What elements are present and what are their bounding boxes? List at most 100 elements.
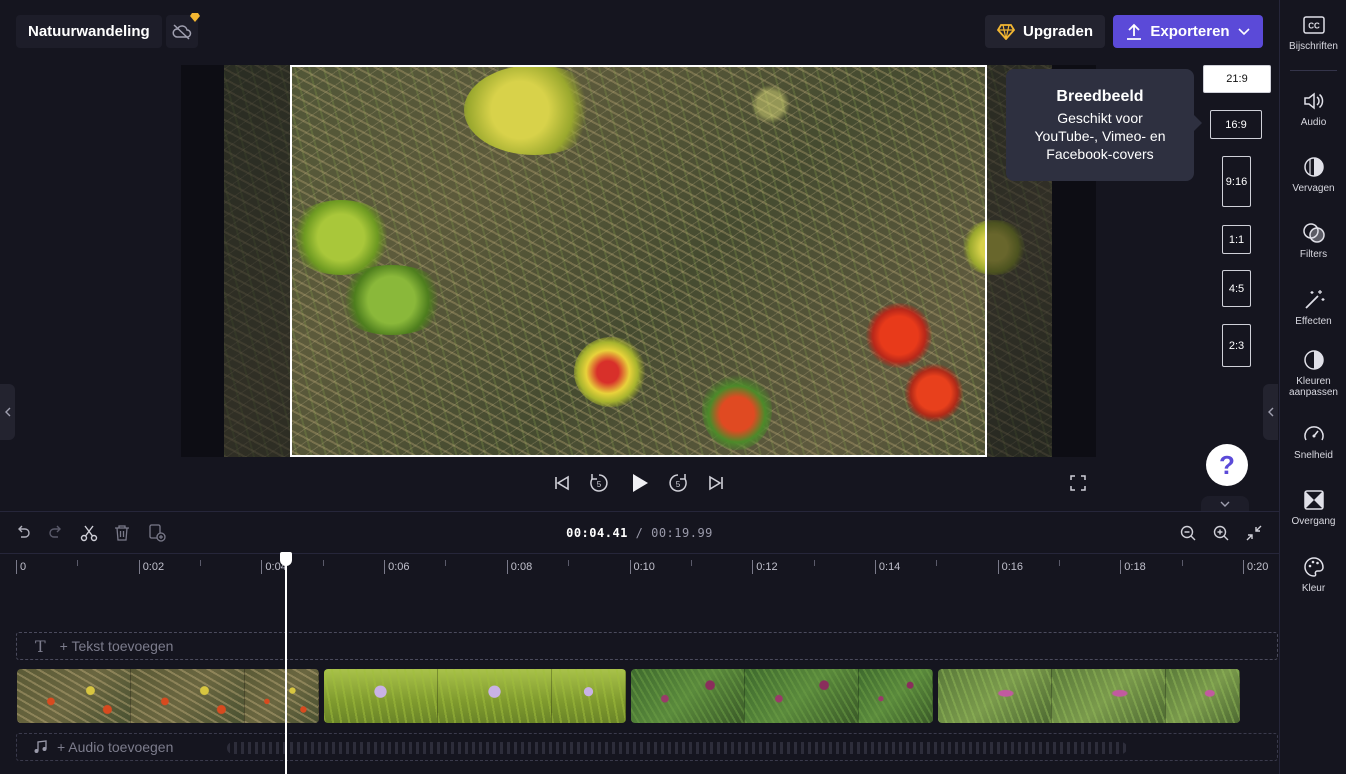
ruler-label: 0:06 xyxy=(388,561,410,573)
left-panel-toggle[interactable] xyxy=(0,384,15,440)
sidebar-item-effects[interactable]: Effecten xyxy=(1280,288,1346,327)
magic-wand-icon xyxy=(1304,290,1324,309)
ruler-minor-tick xyxy=(690,560,692,566)
ruler-minor-tick xyxy=(322,560,324,566)
ruler-tick xyxy=(752,560,754,574)
sidebar-item-fade[interactable]: Vervagen xyxy=(1280,155,1346,194)
right-sidebar: CC Bijschriften Audio Vervagen Filters E… xyxy=(1279,0,1346,774)
add-audio-track[interactable]: + Audio toevoegen xyxy=(16,733,1278,761)
ruler-tick xyxy=(997,560,999,574)
skip-to-end-button[interactable] xyxy=(704,471,728,495)
collapse-panel-button[interactable] xyxy=(1201,496,1249,512)
chevron-down-icon xyxy=(1220,501,1230,507)
sidebar-item-adjust-colors[interactable]: Kleuren aanpassen xyxy=(1280,348,1346,398)
speedometer-icon xyxy=(1303,426,1324,441)
fullscreen-icon xyxy=(1070,475,1086,491)
play-button[interactable] xyxy=(628,471,652,495)
aspect-ratio-21-9[interactable]: 21:9 xyxy=(1203,65,1271,93)
ruler-label: 0 xyxy=(20,561,27,573)
playhead[interactable] xyxy=(285,562,287,774)
ruler-minor-tick xyxy=(77,560,79,566)
ruler-tick xyxy=(261,560,263,574)
tooltip-description-line: Facebook-covers xyxy=(1046,146,1154,162)
sidebar-item-speed[interactable]: Snelheid xyxy=(1280,422,1346,461)
video-clip[interactable] xyxy=(17,669,319,723)
zoom-in-button[interactable] xyxy=(1210,522,1232,544)
aspect-ratio-4-5[interactable]: 4:5 xyxy=(1222,270,1251,307)
aspect-ratio-1-1[interactable]: 1:1 xyxy=(1222,225,1251,254)
upgrade-button[interactable]: Upgraden xyxy=(985,15,1105,48)
clip-thumbnail xyxy=(130,669,245,723)
project-title[interactable]: Natuurwandeling xyxy=(16,15,162,48)
clip-thumbnail xyxy=(631,669,745,723)
diamond-icon xyxy=(996,23,1015,40)
ruler-tick xyxy=(16,560,17,574)
zoom-out-icon xyxy=(1180,525,1196,541)
premium-gem-icon xyxy=(190,13,200,22)
filters-icon xyxy=(1302,223,1325,243)
sidebar-item-label: Vervagen xyxy=(1292,183,1335,194)
ruler-minor-tick xyxy=(1058,560,1060,566)
contrast-icon xyxy=(1303,350,1324,370)
aspect-ratio-16-9[interactable]: 16:9 xyxy=(1210,110,1262,139)
clip-thumbnail xyxy=(244,669,319,723)
ruler-label: 0:10 xyxy=(633,561,655,573)
ruler-label: 0:18 xyxy=(1124,561,1146,573)
video-clip[interactable] xyxy=(631,669,933,723)
ruler-tick xyxy=(1243,560,1244,574)
clip-thumbnail xyxy=(1165,669,1240,723)
collapse-arrows-icon xyxy=(1246,525,1262,541)
ruler-label: 0:16 xyxy=(1001,561,1024,573)
rewind-5-icon: 5 xyxy=(590,474,608,492)
export-button[interactable]: Exporteren xyxy=(1113,15,1263,48)
sidebar-item-label: Kleuren xyxy=(1296,376,1331,387)
sidebar-item-color[interactable]: Kleur xyxy=(1280,555,1346,594)
play-icon xyxy=(633,474,648,492)
sidebar-item-filters[interactable]: Filters xyxy=(1280,221,1346,260)
cloud-off-icon xyxy=(172,23,192,40)
ruler-tick xyxy=(506,560,508,574)
forward-5-button[interactable]: 5 xyxy=(666,471,690,495)
skip-to-start-button[interactable] xyxy=(550,471,574,495)
sidebar-item-transition[interactable]: Overgang xyxy=(1280,488,1346,527)
playhead-handle[interactable] xyxy=(280,552,292,566)
svg-text:5: 5 xyxy=(597,480,602,489)
time-separator: / xyxy=(635,526,644,540)
upgrade-label: Upgraden xyxy=(1022,23,1093,40)
right-panel-toggle[interactable] xyxy=(1263,384,1278,440)
aspect-ratio-9-16[interactable]: 9:16 xyxy=(1222,156,1251,207)
sidebar-item-label: Overgang xyxy=(1291,516,1336,527)
help-button[interactable]: ? xyxy=(1206,444,1248,486)
export-label: Exporteren xyxy=(1150,23,1230,40)
add-text-track[interactable]: T + Tekst toevoegen xyxy=(16,632,1278,660)
upload-icon xyxy=(1127,23,1142,40)
cloud-sync-button[interactable] xyxy=(166,13,200,48)
chevron-left-icon xyxy=(4,407,10,417)
ruler-label: 0:08 xyxy=(510,561,533,573)
ruler-minor-tick xyxy=(200,560,202,566)
skip-forward-icon xyxy=(709,475,723,491)
sidebar-item-label: Kleur xyxy=(1301,583,1326,594)
sidebar-item-captions[interactable]: CC Bijschriften xyxy=(1280,13,1346,52)
fullscreen-button[interactable] xyxy=(1066,471,1090,495)
timeline-divider xyxy=(0,553,1279,554)
ruler-tick xyxy=(138,560,140,574)
speaker-icon xyxy=(1303,92,1323,110)
sidebar-item-audio[interactable]: Audio xyxy=(1280,89,1346,128)
rewind-5-button[interactable]: 5 xyxy=(587,471,611,495)
ruler-tick xyxy=(1120,560,1122,574)
clip-thumbnail xyxy=(437,669,552,723)
ruler-minor-tick xyxy=(936,560,938,566)
video-clip[interactable] xyxy=(324,669,626,723)
fade-icon xyxy=(1303,157,1324,177)
chevron-left-icon xyxy=(1267,407,1273,417)
fit-timeline-button[interactable] xyxy=(1243,522,1265,544)
video-editor: Natuurwandeling Upgraden Exporteren Bree… xyxy=(0,0,1346,774)
time-readout: 00:04.41 / 00:19.99 xyxy=(0,526,1279,540)
aspect-ratio-2-3[interactable]: 2:3 xyxy=(1222,324,1251,367)
video-clip[interactable] xyxy=(938,669,1240,723)
zoom-out-button[interactable] xyxy=(1177,522,1199,544)
sidebar-divider xyxy=(1290,70,1337,71)
captions-icon: CC xyxy=(1302,16,1325,34)
clip-thumbnail xyxy=(938,669,1052,723)
